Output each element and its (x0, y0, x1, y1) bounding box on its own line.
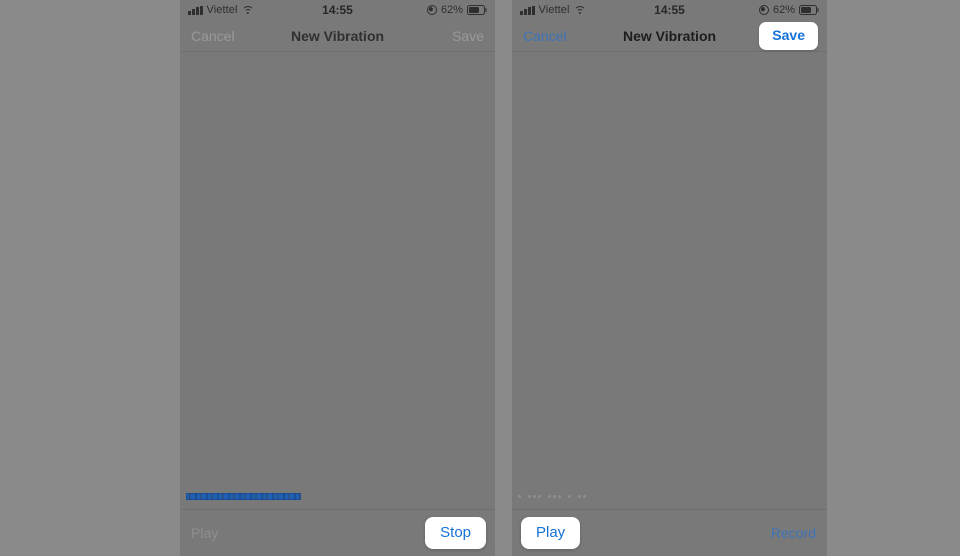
cellular-signal-icon (188, 5, 203, 15)
cancel-button[interactable]: Cancel (521, 27, 569, 45)
vibration-tap-canvas[interactable] (180, 52, 495, 484)
panel-divider-gutter (495, 0, 512, 556)
cellular-signal-icon (520, 5, 535, 15)
battery-icon (467, 5, 487, 15)
status-bar-right-group: 62% (426, 4, 487, 16)
bottom-toolbar-left: Play Stop (180, 510, 495, 556)
left-gutter (0, 0, 180, 556)
stop-button[interactable]: Stop (425, 517, 486, 549)
battery-icon (799, 5, 819, 15)
waveform-track[interactable] (186, 493, 489, 501)
phone-panel-right: Viettel 14:55 62% Cancel New Vibration S… (512, 0, 827, 556)
wifi-icon (573, 5, 586, 15)
waveform-recorded-bar (186, 493, 302, 500)
carrier-label: Viettel (538, 4, 570, 16)
stop-button-label: Stop (440, 524, 471, 541)
nav-bar-left: Cancel New Vibration Save (180, 20, 495, 52)
play-button[interactable]: Play (521, 517, 581, 549)
record-button[interactable]: Record (769, 523, 818, 543)
cancel-button[interactable]: Cancel (189, 27, 237, 45)
play-button[interactable]: Play (189, 523, 220, 543)
phone-panel-left: Viettel 14:55 62% Cancel New Vibration S… (180, 0, 495, 556)
battery-percent-label: 62% (772, 4, 795, 16)
battery-percent-label: 62% (440, 4, 463, 16)
save-button-label: Save (772, 26, 805, 43)
save-button[interactable]: Save (450, 27, 486, 45)
vibration-tap-canvas[interactable] (512, 52, 827, 484)
status-bar-left-group: Viettel (188, 4, 254, 16)
status-bar-right-group: 62% (758, 4, 819, 16)
waveform-dot-pattern (518, 493, 586, 501)
status-bar-left: Viettel 14:55 62% (180, 0, 495, 20)
location-arrow-icon (426, 5, 437, 15)
screenshot-stage: Viettel 14:55 62% Cancel New Vibration S… (0, 0, 960, 556)
waveform-track[interactable] (518, 493, 821, 501)
bottom-toolbar-right: Play Record (512, 510, 827, 556)
carrier-label: Viettel (206, 4, 238, 16)
waveform-strip (180, 484, 495, 510)
status-bar-right: Viettel 14:55 62% (512, 0, 827, 20)
waveform-strip (512, 484, 827, 510)
nav-bar-right: Cancel New Vibration Save (512, 20, 827, 52)
play-button-label: Play (536, 524, 566, 541)
location-arrow-icon (758, 5, 769, 15)
status-bar-left-group: Viettel (520, 4, 586, 16)
save-button[interactable]: Save (759, 21, 818, 50)
wifi-icon (241, 5, 254, 15)
right-gutter (827, 0, 960, 556)
